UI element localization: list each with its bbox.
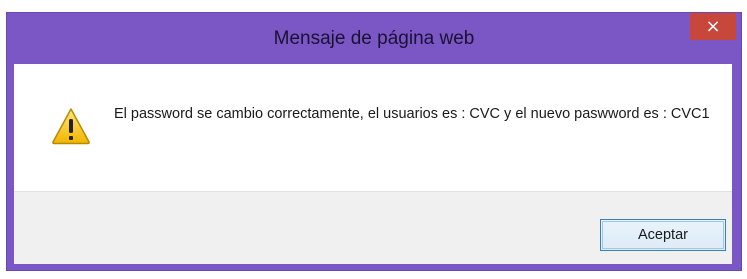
dialog-body: El password se cambio correctamente, el … bbox=[14, 64, 732, 264]
dialog-titlebar[interactable]: Mensaje de página web × bbox=[7, 13, 741, 63]
accept-button[interactable]: Aceptar bbox=[600, 219, 726, 251]
message-text: El password se cambio correctamente, el … bbox=[114, 106, 710, 122]
alert-dialog: Mensaje de página web × El password se c… bbox=[6, 12, 742, 271]
warning-icon bbox=[52, 108, 90, 145]
screen: Mensaje de página web × El password se c… bbox=[0, 0, 747, 279]
close-icon: × bbox=[705, 15, 721, 37]
button-bar: Aceptar bbox=[14, 191, 732, 264]
dialog-title: Mensaje de página web bbox=[273, 28, 475, 49]
close-button[interactable]: × bbox=[690, 13, 736, 40]
message-area: El password se cambio correctamente, el … bbox=[14, 64, 732, 191]
